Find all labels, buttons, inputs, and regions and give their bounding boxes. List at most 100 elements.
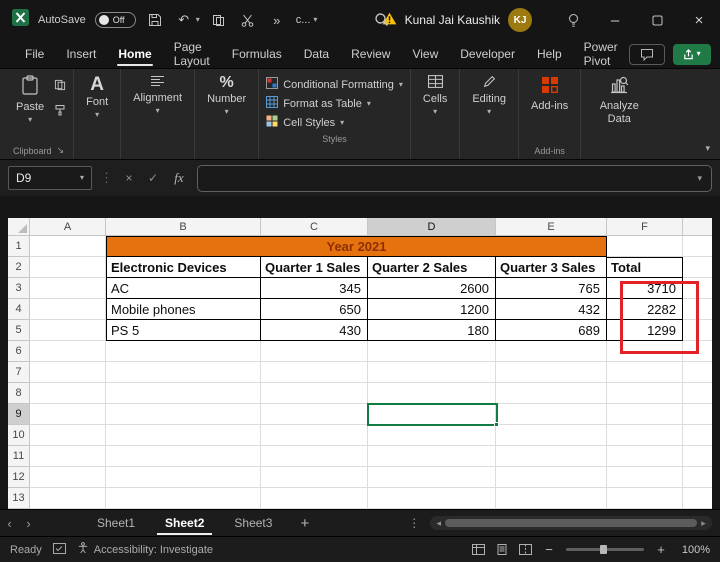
selected-cell-outline[interactable] — [367, 403, 498, 426]
cell-D4[interactable]: 1200 — [368, 299, 496, 320]
copy-small-icon[interactable] — [54, 78, 66, 96]
cell-B3[interactable]: AC — [106, 278, 261, 299]
row-header-3[interactable]: 3 — [8, 278, 30, 299]
cell-C4[interactable]: 650 — [261, 299, 368, 320]
undo-icon[interactable]: ↶ — [174, 9, 194, 31]
scroll-left-icon[interactable]: ◂ — [432, 518, 445, 529]
column-header-F[interactable]: F — [607, 218, 683, 236]
tab-formulas[interactable]: Formulas — [221, 40, 293, 68]
minimize-button[interactable]: – — [594, 0, 636, 40]
cut-icon[interactable] — [238, 9, 258, 31]
cell-E3[interactable]: 765 — [496, 278, 607, 299]
cell-D12[interactable] — [368, 467, 496, 488]
cell-A3[interactable] — [30, 278, 106, 299]
tab-power-pivot[interactable]: Power Pivot — [573, 40, 629, 68]
insert-function-icon[interactable]: fx — [169, 170, 189, 186]
alignment-button[interactable]: Alignment ▾ — [128, 72, 187, 118]
cell-E9[interactable] — [496, 404, 607, 425]
row-header-10[interactable]: 10 — [8, 425, 30, 446]
cell-B13[interactable] — [106, 488, 261, 509]
account-area[interactable]: Kunal Jai Kaushik KJ — [382, 8, 532, 32]
number-button[interactable]: % Number ▾ — [202, 72, 251, 119]
cell-A2[interactable] — [30, 257, 106, 278]
row-header-5[interactable]: 5 — [8, 320, 30, 341]
zoom-level[interactable]: 100% — [678, 544, 710, 556]
zoom-in-button[interactable]: + — [655, 542, 667, 557]
cell-E5[interactable]: 689 — [496, 320, 607, 341]
tab-insert[interactable]: Insert — [55, 40, 107, 68]
cell-D5[interactable]: 180 — [368, 320, 496, 341]
cell-A4[interactable] — [30, 299, 106, 320]
fill-handle[interactable] — [494, 422, 499, 427]
row-header-6[interactable]: 6 — [8, 341, 30, 362]
format-as-table-button[interactable]: Format as Table ▾ — [266, 96, 403, 111]
row-header-12[interactable]: 12 — [8, 467, 30, 488]
zoom-slider[interactable] — [566, 548, 644, 551]
cancel-entry-icon[interactable]: × — [121, 171, 137, 185]
row-header-11[interactable]: 11 — [8, 446, 30, 467]
cell-A10[interactable] — [30, 425, 106, 446]
cell-B12[interactable] — [106, 467, 261, 488]
sheet-tab-sheet1[interactable]: Sheet1 — [82, 510, 150, 536]
editing-button[interactable]: Editing ▾ — [467, 72, 511, 119]
clipboard-dialog-launcher-icon[interactable]: ↘ — [57, 145, 65, 156]
cell-B2[interactable]: Electronic Devices — [106, 257, 261, 278]
cell-F13[interactable] — [607, 488, 683, 509]
row-header-8[interactable]: 8 — [8, 383, 30, 404]
tab-help[interactable]: Help — [526, 40, 573, 68]
cell-C10[interactable] — [261, 425, 368, 446]
cell-D11[interactable] — [368, 446, 496, 467]
column-header-E[interactable]: E — [496, 218, 607, 236]
merged-cell-B1-E1-banner[interactable]: Year 2021 — [106, 236, 607, 257]
tab-page-layout[interactable]: Page Layout — [163, 40, 221, 68]
cell-A11[interactable] — [30, 446, 106, 467]
cell-C2[interactable]: Quarter 1 Sales — [261, 257, 368, 278]
formula-input[interactable]: ▾ — [197, 165, 712, 192]
cell-D6[interactable] — [368, 341, 496, 362]
cell-A6[interactable] — [30, 341, 106, 362]
page-break-view-icon[interactable] — [519, 544, 532, 555]
cell-E8[interactable] — [496, 383, 607, 404]
cells-button[interactable]: Cells ▾ — [418, 72, 452, 119]
cell-C12[interactable] — [261, 467, 368, 488]
cell-C8[interactable] — [261, 383, 368, 404]
cell-E2[interactable]: Quarter 3 Sales — [496, 257, 607, 278]
cell-B9[interactable] — [106, 404, 261, 425]
cell-C3[interactable]: 345 — [261, 278, 368, 299]
format-painter-icon[interactable] — [54, 103, 66, 121]
next-sheet-icon[interactable]: › — [19, 516, 38, 531]
sheet-options-icon[interactable]: ⋮ — [408, 516, 420, 530]
tab-developer[interactable]: Developer — [449, 40, 526, 68]
normal-view-icon[interactable] — [472, 544, 485, 555]
cell-C5[interactable]: 430 — [261, 320, 368, 341]
horizontal-scrollbar[interactable]: ◂ ▸ — [430, 516, 712, 530]
comments-button[interactable] — [629, 44, 665, 65]
row-header-1[interactable]: 1 — [8, 236, 30, 257]
paste-button[interactable]: Paste ▾ — [11, 72, 49, 127]
cell-B7[interactable] — [106, 362, 261, 383]
zoom-slider-thumb[interactable] — [600, 545, 607, 554]
cell-F2[interactable]: Total — [607, 257, 683, 278]
row-header-7[interactable]: 7 — [8, 362, 30, 383]
tab-review[interactable]: Review — [340, 40, 401, 68]
search-icon[interactable] — [374, 12, 389, 32]
sheet-tab-sheet2[interactable]: Sheet2 — [150, 510, 219, 536]
row-header-9[interactable]: 9 — [8, 404, 30, 425]
column-header-D[interactable]: D — [368, 218, 496, 236]
sheet-tab-sheet3[interactable]: Sheet3 — [219, 510, 287, 536]
lightbulb-icon[interactable] — [552, 0, 594, 40]
cell-A8[interactable] — [30, 383, 106, 404]
cell-C6[interactable] — [261, 341, 368, 362]
undo-dropdown-icon[interactable]: ▾ — [196, 16, 200, 24]
cell-E4[interactable]: 432 — [496, 299, 607, 320]
cell-B6[interactable] — [106, 341, 261, 362]
cell-E7[interactable] — [496, 362, 607, 383]
copy-icon[interactable] — [209, 9, 229, 31]
worksheet[interactable]: ABCDEF 1Year 20212Electronic DevicesQuar… — [8, 218, 712, 509]
new-sheet-button[interactable]: + — [287, 515, 322, 532]
save-icon[interactable] — [145, 9, 165, 31]
column-header-A[interactable]: A — [30, 218, 106, 236]
addins-button[interactable]: Add-ins — [526, 72, 573, 116]
share-button[interactable]: ▾ — [673, 44, 711, 65]
cell-E11[interactable] — [496, 446, 607, 467]
